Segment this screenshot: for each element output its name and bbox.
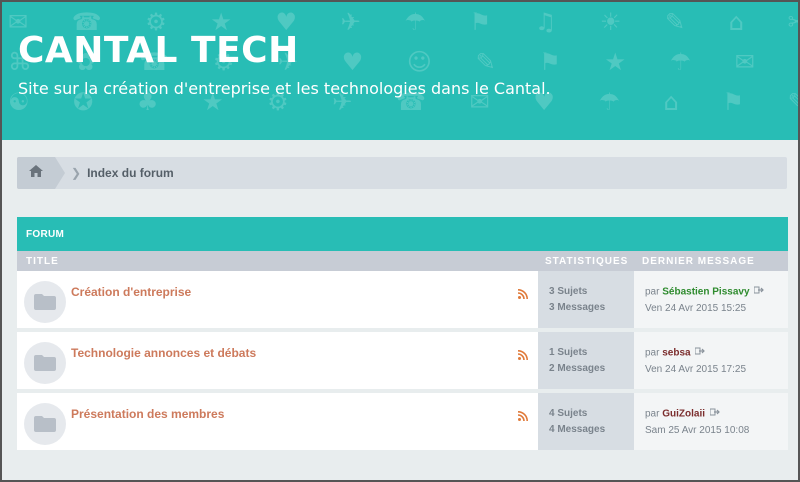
- site-description: Site sur la création d'entreprise et les…: [18, 79, 551, 98]
- forum-stats: 4 Sujets 4 Messages: [538, 393, 634, 450]
- home-icon: [29, 164, 43, 182]
- goto-post-icon[interactable]: [709, 406, 720, 422]
- by-label: par: [645, 347, 660, 359]
- site-title[interactable]: CANTAL TECH: [18, 30, 299, 71]
- message-count: 2 Messages: [549, 363, 606, 374]
- folder-icon: [24, 281, 66, 323]
- forum-row: Technologie annonces et débats 1 Sujets …: [17, 332, 788, 389]
- forum-title-link[interactable]: Création d'entreprise: [71, 285, 191, 299]
- folder-icon: [24, 403, 66, 445]
- rss-icon[interactable]: [517, 408, 528, 426]
- by-label: par: [645, 286, 660, 298]
- breadcrumb-home[interactable]: [17, 157, 65, 189]
- forum-stats: 3 Sujets 3 Messages: [538, 271, 634, 328]
- breadcrumb: ❯ Index du forum: [17, 157, 787, 189]
- forum-title-link[interactable]: Présentation des membres: [71, 407, 224, 421]
- forum-section-title: FORUM: [17, 217, 788, 251]
- message-count: 4 Messages: [549, 424, 606, 435]
- author-link[interactable]: sebsa: [662, 348, 690, 359]
- site-header: ✉ ☎ ⚙ ★ ♥ ✈ ☂ ⚑ ♫ ☀ ✎ ⌂ ✂ ☕ ⚓ ✪ ♣ ☯⌘ ✿ ☎…: [2, 2, 798, 140]
- column-headers: TITLE STATISTIQUES DERNIER MESSAGE: [17, 251, 788, 271]
- breadcrumb-forum-index[interactable]: Index du forum: [87, 166, 174, 180]
- author-link[interactable]: GuiZolaii: [662, 409, 705, 420]
- topic-count: 4 Sujets: [549, 408, 588, 419]
- forum-stats: 1 Sujets 2 Messages: [538, 332, 634, 389]
- last-message: par Sébastien Pissavy Ven 24 Avr 2015 15…: [634, 271, 788, 328]
- topic-count: 1 Sujets: [549, 347, 588, 358]
- post-date: Ven 24 Avr 2015 17:25: [645, 363, 747, 375]
- forum-title-link[interactable]: Technologie annonces et débats: [71, 346, 256, 360]
- column-stats: STATISTIQUES: [545, 256, 629, 267]
- author-link[interactable]: Sébastien Pissavy: [662, 287, 749, 298]
- rss-icon[interactable]: [517, 286, 528, 304]
- post-date: Sam 25 Avr 2015 10:08: [645, 424, 750, 436]
- by-label: par: [645, 408, 660, 420]
- forum-list: FORUM TITLE STATISTIQUES DERNIER MESSAGE…: [17, 217, 788, 450]
- folder-icon: [24, 342, 66, 384]
- goto-post-icon[interactable]: [694, 345, 706, 361]
- last-message: par GuiZolaii Sam 25 Avr 2015 10:08: [634, 393, 788, 450]
- last-message: par sebsa Ven 24 Avr 2015 17:25: [634, 332, 788, 389]
- column-last-message: DERNIER MESSAGE: [642, 256, 755, 267]
- chevron-right-icon: ❯: [71, 166, 82, 180]
- post-date: Ven 24 Avr 2015 15:25: [645, 302, 747, 314]
- forum-row: Présentation des membres 4 Sujets 4 Mess…: [17, 393, 788, 450]
- goto-post-icon[interactable]: [753, 284, 765, 300]
- column-title: TITLE: [26, 256, 59, 267]
- message-count: 3 Messages: [549, 302, 606, 313]
- forum-row: Création d'entreprise 3 Sujets 3 Message…: [17, 271, 788, 328]
- topic-count: 3 Sujets: [549, 286, 588, 297]
- rss-icon[interactable]: [517, 347, 528, 365]
- header-pattern: ✉ ☎ ⚙ ★ ♥ ✈ ☂ ⚑ ♫ ☀ ✎ ⌂ ✂ ☕ ⚓ ✪ ♣ ☯⌘ ✿ ☎…: [8, 8, 798, 116]
